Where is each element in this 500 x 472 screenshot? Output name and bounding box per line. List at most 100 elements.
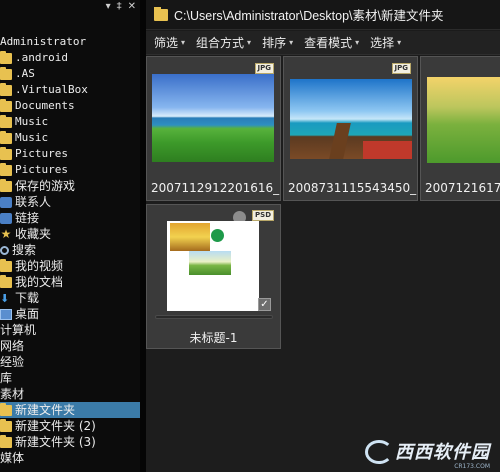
address-path[interactable]: C:\Users\Administrator\Desktop\素材\新建文件夹 bbox=[174, 5, 444, 24]
tree-item[interactable]: 媒体 bbox=[0, 450, 140, 466]
tree-item[interactable]: ⬇ 下载 bbox=[0, 290, 140, 306]
tree-item[interactable]: Pictures bbox=[0, 162, 140, 178]
file-name: 20071216172 bbox=[425, 181, 500, 195]
tree-item-label: Documents bbox=[15, 99, 75, 112]
tree-item[interactable]: ★ 收藏夹 bbox=[0, 226, 140, 242]
download-icon: ⬇ bbox=[0, 291, 10, 305]
tree-item-label: 搜索 bbox=[12, 243, 37, 257]
folder-tree-panel: ▾ ‡ ✕ Administrator .android .AS .VirtualBo… bbox=[0, 0, 140, 472]
watermark-logo: 西西软件园 CR173.COM bbox=[365, 438, 490, 470]
folder-icon bbox=[154, 6, 168, 21]
tree-item[interactable]: .android bbox=[0, 50, 140, 66]
select-label: 选择 bbox=[370, 36, 395, 50]
tree-item-label: 桌面 bbox=[15, 307, 40, 321]
tree-item-label: 媒体 bbox=[0, 451, 25, 465]
toolbar: 筛选 ▾ 组合方式 ▾ 排序 ▾ 查看模式 ▾ 选择 ▾ bbox=[146, 31, 500, 55]
tree-item-label: 保存的游戏 bbox=[15, 179, 76, 193]
address-bar[interactable]: C:\Users\Administrator\Desktop\素材\新建文件夹 bbox=[146, 0, 500, 30]
chevron-down-icon: ▾ bbox=[397, 38, 402, 47]
folder-icon bbox=[0, 274, 12, 288]
image-thumbnail bbox=[152, 74, 274, 162]
tree-item[interactable]: Music bbox=[0, 114, 140, 130]
flowers-shape bbox=[363, 141, 412, 159]
tree-item[interactable]: 计算机 bbox=[0, 322, 140, 338]
tree-item[interactable]: 联系人 bbox=[0, 194, 140, 210]
chevron-down-icon: ▾ bbox=[181, 38, 186, 47]
file-card[interactable]: PSD ✓ 未标题-1 bbox=[146, 204, 281, 349]
folder-icon bbox=[0, 418, 12, 432]
chevron-down-icon: ▾ bbox=[355, 38, 360, 47]
select-checkbox[interactable]: ✓ bbox=[258, 298, 271, 311]
tree-item-label: 链接 bbox=[15, 211, 40, 225]
tree-item-label: Music bbox=[15, 131, 49, 144]
tree-item[interactable]: 搜索 bbox=[0, 242, 140, 258]
favorites-icon: ★ bbox=[0, 226, 12, 241]
watermark-text: 西西软件园 bbox=[395, 442, 490, 463]
panel-controls: ▾ ‡ ✕ bbox=[106, 1, 136, 13]
progress-bar bbox=[155, 315, 273, 319]
image-thumbnail bbox=[290, 79, 412, 159]
folder-icon bbox=[0, 82, 12, 96]
tree-item-label: 联系人 bbox=[15, 195, 52, 209]
psd-badge: PSD bbox=[252, 210, 274, 221]
tree-item-label: .android bbox=[15, 51, 68, 64]
tree-item[interactable]: .AS bbox=[0, 66, 140, 82]
panel-close-icon[interactable]: ✕ bbox=[128, 1, 136, 13]
file-name: 20071129122016​16_2 bbox=[151, 181, 280, 195]
folder-icon bbox=[0, 146, 12, 160]
tree-item[interactable]: 库 bbox=[0, 370, 140, 386]
tree-item-label: 我的视频 bbox=[15, 259, 64, 273]
panel-header: ▾ ‡ ✕ bbox=[0, 0, 140, 16]
tree-item-label: Administrator bbox=[0, 35, 87, 48]
file-card[interactable]: JPG 20087311155434​50_2 bbox=[283, 56, 418, 201]
tree-item-label: .AS bbox=[15, 67, 35, 80]
sort-button[interactable]: 排序 ▾ bbox=[262, 34, 293, 51]
panel-pin-icon[interactable]: ‡ bbox=[117, 1, 122, 13]
tree-item[interactable]: 保存的游戏 bbox=[0, 178, 140, 194]
folder-icon bbox=[0, 50, 12, 64]
tree-item[interactable]: 新建文件夹 (2) bbox=[0, 418, 140, 434]
file-grid: JPG 20071129122016​16_2 JPG 200873111554… bbox=[146, 56, 500, 472]
folder-icon bbox=[0, 434, 12, 448]
folder-icon bbox=[0, 258, 12, 272]
watermark-subtext: CR173.COM bbox=[454, 463, 490, 470]
filter-button[interactable]: 筛选 ▾ bbox=[154, 34, 185, 51]
panel-menu-icon[interactable]: ▾ bbox=[106, 1, 111, 13]
file-card[interactable]: 20071216172 bbox=[420, 56, 500, 201]
jpg-badge: JPG bbox=[391, 63, 411, 74]
tree-item[interactable]: 我的视频 bbox=[0, 258, 140, 274]
links-icon bbox=[0, 212, 12, 224]
field-image bbox=[189, 251, 231, 275]
tree-item[interactable]: 我的文档 bbox=[0, 274, 140, 290]
group-by-label: 组合方式 bbox=[196, 36, 245, 50]
folder-tree: Administrator .android .AS .VirtualBox Docum… bbox=[0, 16, 140, 466]
select-button[interactable]: 选择 ▾ bbox=[370, 34, 401, 51]
tree-item-label: 库 bbox=[0, 371, 13, 385]
folder-icon bbox=[0, 178, 12, 192]
tree-item[interactable]: 经验 bbox=[0, 354, 140, 370]
folder-icon bbox=[0, 162, 12, 176]
tree-item[interactable]: 桌面 bbox=[0, 306, 140, 322]
tree-item-label: 新建文件夹 (3) bbox=[15, 435, 96, 449]
tree-item-label: 网络 bbox=[0, 339, 25, 353]
tree-item[interactable]: .VirtualBox bbox=[0, 82, 140, 98]
view-mode-button[interactable]: 查看模式 ▾ bbox=[304, 34, 359, 51]
tree-item[interactable]: 网络 bbox=[0, 338, 140, 354]
file-card[interactable]: JPG 20071129122016​16_2 bbox=[146, 56, 281, 201]
tree-item[interactable]: 素材 bbox=[0, 386, 140, 402]
tree-item[interactable]: Pictures bbox=[0, 146, 140, 162]
tree-item[interactable]: Music bbox=[0, 130, 140, 146]
tree-item[interactable]: Administrator bbox=[0, 34, 140, 50]
psd-thumbnail bbox=[167, 221, 259, 311]
tree-item[interactable]: 链接 bbox=[0, 210, 140, 226]
tree-item-label: 收藏夹 bbox=[15, 227, 52, 241]
chevron-down-icon: ▾ bbox=[247, 38, 252, 47]
tree-item[interactable]: Documents bbox=[0, 98, 140, 114]
folder-icon bbox=[0, 66, 12, 80]
image-thumbnail bbox=[427, 77, 500, 163]
group-by-button[interactable]: 组合方式 ▾ bbox=[196, 34, 251, 51]
jpg-badge: JPG bbox=[254, 63, 274, 74]
tree-item[interactable]: 新建文件夹 (3) bbox=[0, 434, 140, 450]
filter-label: 筛选 bbox=[154, 36, 179, 50]
tree-item[interactable]: 新建文件夹 bbox=[0, 402, 140, 418]
